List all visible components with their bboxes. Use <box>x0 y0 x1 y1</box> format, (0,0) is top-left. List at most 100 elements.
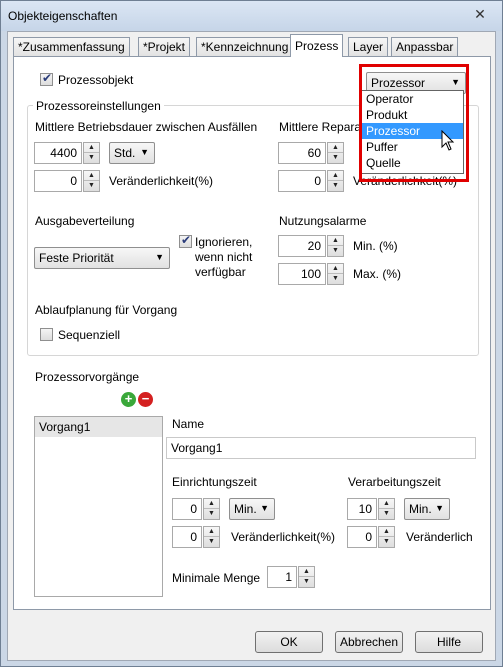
down-icon[interactable]: ▼ <box>299 577 314 587</box>
down-icon[interactable]: ▼ <box>379 509 394 519</box>
processing-variability-stepper[interactable]: ▲ ▼ <box>378 526 395 548</box>
ok-button[interactable]: OK <box>255 631 323 653</box>
down-icon[interactable]: ▼ <box>379 537 394 547</box>
up-icon[interactable]: ▲ <box>379 499 394 509</box>
mtbf-variability-stepper[interactable]: ▲ ▼ <box>83 170 100 192</box>
down-icon[interactable]: ▼ <box>328 246 343 256</box>
processing-time-input[interactable]: 10 <box>347 498 377 520</box>
processor-settings-legend: Prozessoreinstellungen <box>33 99 164 113</box>
up-icon[interactable]: ▲ <box>84 171 99 181</box>
process-object-label: Prozessobjekt <box>58 73 134 87</box>
mtbf-variability-label: Veränderlichkeit(%) <box>109 174 214 188</box>
chevron-down-icon: ▼ <box>451 77 460 87</box>
option-operator[interactable]: Operator <box>361 91 463 107</box>
output-distribution-value: Feste Priorität <box>39 251 114 265</box>
scheduling-label: Ablaufplanung für Vorgang <box>35 303 178 317</box>
remove-operation-icon[interactable]: − <box>138 392 153 407</box>
operations-label: Prozessorvorgänge <box>35 370 140 384</box>
down-icon[interactable]: ▼ <box>328 274 343 284</box>
chevron-down-icon: ▼ <box>155 252 164 262</box>
option-produkt[interactable]: Produkt <box>361 107 463 123</box>
up-icon[interactable]: ▲ <box>328 264 343 274</box>
setup-time-unit-combo[interactable]: Min. ▼ <box>229 498 275 520</box>
min-quantity-input[interactable]: 1 <box>267 566 297 588</box>
mtbf-label: Mittlere Betriebsdauer zwischen Ausfälle… <box>35 120 258 134</box>
max-alarm-stepper[interactable]: ▲ ▼ <box>327 263 344 285</box>
chevron-down-icon: ▼ <box>260 503 269 513</box>
sequential-label: Sequenziell <box>58 328 121 342</box>
tab-anpassbar[interactable]: Anpassbar <box>391 37 459 56</box>
usage-alarms-label: Nutzungsalarme <box>279 214 367 228</box>
down-icon[interactable]: ▼ <box>204 537 219 547</box>
mtbf-variability-input[interactable]: 0 <box>34 170 82 192</box>
mttr-input[interactable]: 60 <box>278 142 326 164</box>
window-title: Objekteigenschaften <box>8 9 118 23</box>
mttr-variability-label: Veränderlichkeit(%) <box>353 174 458 188</box>
tab-prozess[interactable]: Prozess <box>290 34 344 57</box>
up-icon[interactable]: ▲ <box>328 171 343 181</box>
tab-layer[interactable]: Layer <box>348 37 389 56</box>
setup-variability-stepper[interactable]: ▲ ▼ <box>203 526 220 548</box>
max-alarm-label: Max. (%) <box>353 267 401 281</box>
ignore-unavailable-label: Ignorieren, wenn nicht verfügbar <box>195 235 253 279</box>
tab-kennzeichnung[interactable]: *Kennzeichnung <box>196 37 294 56</box>
chevron-down-icon: ▼ <box>140 147 149 157</box>
up-icon[interactable]: ▲ <box>204 527 219 537</box>
sequential-checkbox[interactable] <box>40 328 53 341</box>
processing-time-unit-value: Min. <box>409 502 432 516</box>
max-alarm-input[interactable]: 100 <box>278 263 326 285</box>
up-icon[interactable]: ▲ <box>328 236 343 246</box>
up-icon[interactable]: ▲ <box>328 143 343 153</box>
object-type-value: Prozessor <box>371 76 426 90</box>
processing-time-stepper[interactable]: ▲ ▼ <box>378 498 395 520</box>
close-icon[interactable]: ✕ <box>471 7 489 23</box>
down-icon[interactable]: ▼ <box>328 181 343 191</box>
operation-name-label: Name <box>172 417 205 431</box>
mtbf-unit-combo[interactable]: Std. ▼ <box>109 142 155 164</box>
processing-time-label: Verarbeitungszeit <box>348 475 441 489</box>
operation-name-input[interactable]: Vorgang1 <box>166 437 476 459</box>
mttr-variability-input[interactable]: 0 <box>278 170 326 192</box>
mtbf-input[interactable]: 4400 <box>34 142 82 164</box>
setup-time-label: Einrichtungszeit <box>172 475 257 489</box>
cancel-button[interactable]: Abbrechen <box>335 631 403 653</box>
help-button[interactable]: Hilfe <box>415 631 483 653</box>
process-object-checkbox[interactable] <box>40 71 53 86</box>
option-quelle[interactable]: Quelle <box>361 155 463 171</box>
mttr-variability-stepper[interactable]: ▲ ▼ <box>327 170 344 192</box>
down-icon[interactable]: ▼ <box>328 153 343 163</box>
processing-time-unit-combo[interactable]: Min. ▼ <box>404 498 450 520</box>
setup-variability-label: Veränderlichkeit(%) <box>231 530 336 544</box>
properties-dialog: Objekteigenschaften ✕ *Zusammenfassung *… <box>0 0 503 667</box>
min-alarm-input[interactable]: 20 <box>278 235 326 257</box>
up-icon[interactable]: ▲ <box>299 567 314 577</box>
mtbf-stepper[interactable]: ▲ ▼ <box>83 142 100 164</box>
processing-variability-input[interactable]: 0 <box>347 526 377 548</box>
down-icon[interactable]: ▼ <box>84 153 99 163</box>
up-icon[interactable]: ▲ <box>379 527 394 537</box>
min-alarm-label: Min. (%) <box>353 239 398 253</box>
mttr-stepper[interactable]: ▲ ▼ <box>327 142 344 164</box>
output-distribution-label: Ausgabeverteilung <box>35 214 135 228</box>
up-icon[interactable]: ▲ <box>84 143 99 153</box>
add-operation-icon[interactable]: + <box>121 392 136 407</box>
list-item[interactable]: Vorgang1 <box>35 417 162 437</box>
min-quantity-stepper[interactable]: ▲ ▼ <box>298 566 315 588</box>
up-icon[interactable]: ▲ <box>204 499 219 509</box>
mouse-pointer-icon <box>441 130 455 151</box>
setup-variability-input[interactable]: 0 <box>172 526 202 548</box>
mtbf-unit-value: Std. <box>114 146 136 160</box>
setup-time-unit-value: Min. <box>234 502 257 516</box>
setup-time-input[interactable]: 0 <box>172 498 202 520</box>
output-distribution-combo[interactable]: Feste Priorität ▼ <box>34 247 170 269</box>
tab-zusammenfassung[interactable]: *Zusammenfassung <box>13 37 130 56</box>
title-bar: Objekteigenschaften ✕ <box>1 1 502 31</box>
tab-projekt[interactable]: *Projekt <box>138 37 191 56</box>
down-icon[interactable]: ▼ <box>84 181 99 191</box>
down-icon[interactable]: ▼ <box>204 509 219 519</box>
min-quantity-label: Minimale Menge <box>172 571 261 585</box>
ignore-unavailable-checkbox[interactable] <box>179 233 192 248</box>
operations-list[interactable]: Vorgang1 <box>34 416 163 597</box>
setup-time-stepper[interactable]: ▲ ▼ <box>203 498 220 520</box>
min-alarm-stepper[interactable]: ▲ ▼ <box>327 235 344 257</box>
